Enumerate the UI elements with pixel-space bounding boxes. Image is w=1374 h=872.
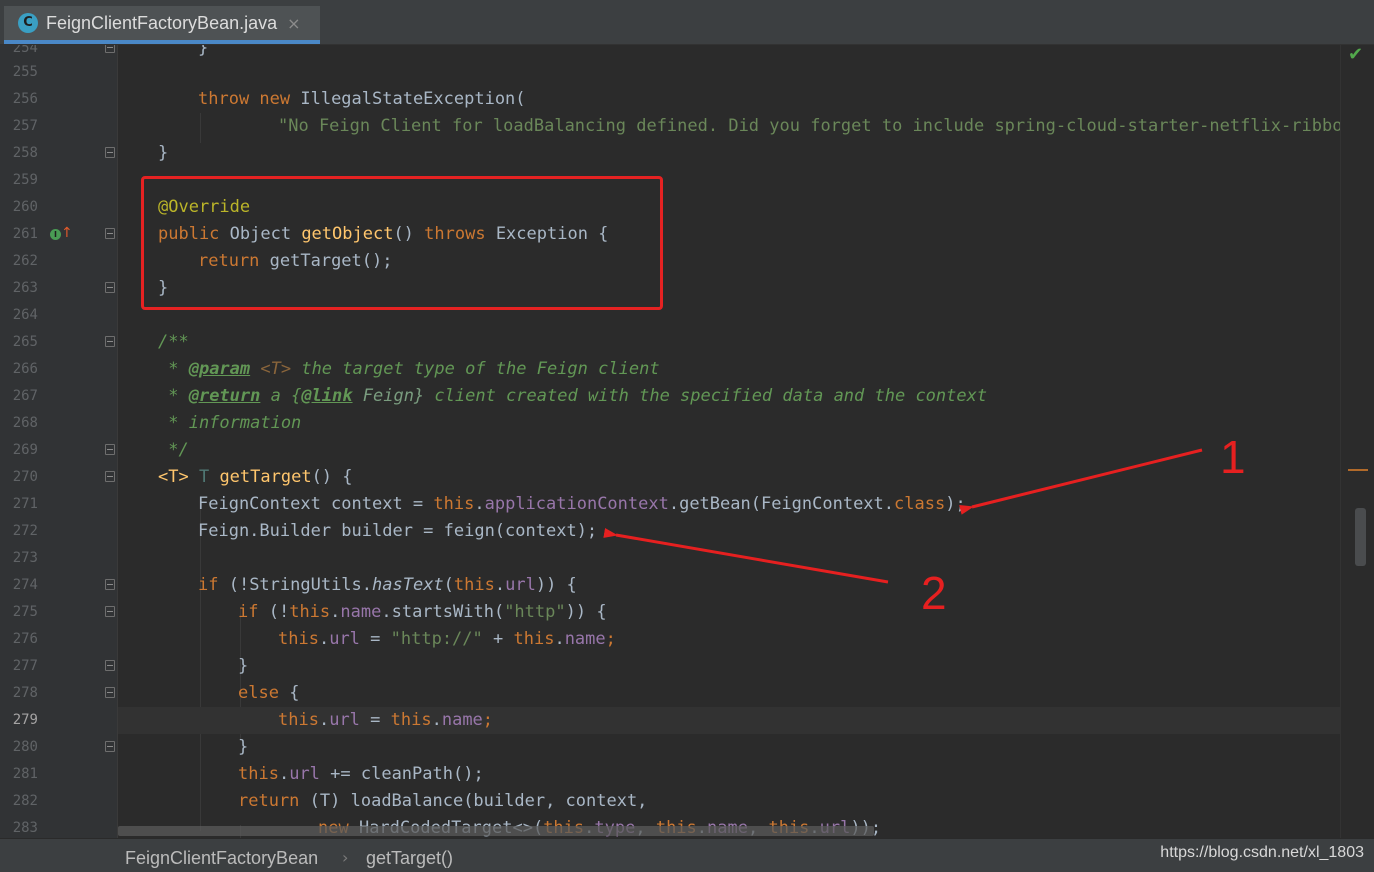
breadcrumb-method[interactable]: getTarget() bbox=[366, 848, 453, 869]
breadcrumb-bar: FeignClientFactoryBean › getTarget() htt… bbox=[0, 838, 1374, 872]
annotation-arrows bbox=[603, 448, 1203, 584]
watermark-text: https://blog.csdn.net/xl_1803 bbox=[1160, 844, 1364, 861]
annotation-label-2: 2 bbox=[921, 567, 947, 619]
annotation-label-1: 1 bbox=[1220, 431, 1246, 483]
breadcrumb-class[interactable]: FeignClientFactoryBean bbox=[125, 848, 318, 869]
breadcrumb-separator-icon: › bbox=[342, 848, 349, 867]
arrow-1 bbox=[959, 448, 1203, 515]
arrow-2 bbox=[603, 528, 889, 584]
